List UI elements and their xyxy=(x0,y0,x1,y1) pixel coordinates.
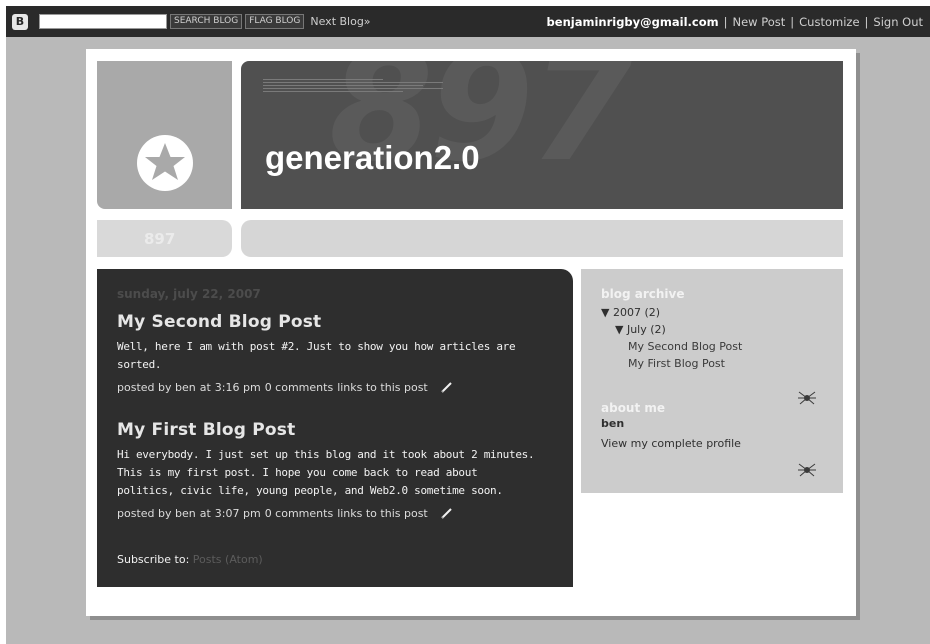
subscribe-row: Subscribe to: Posts (Atom) xyxy=(117,553,263,566)
post-timestamp[interactable]: 3:16 pm xyxy=(215,381,261,394)
spider-icon[interactable] xyxy=(797,389,817,405)
post-title[interactable]: My Second Blog Post xyxy=(117,312,553,332)
user-email: benjaminrigby@gmail.com xyxy=(546,14,719,29)
post-body-line: Well, here I am with post #2. Just to sh… xyxy=(117,340,516,371)
about-me-title: about me xyxy=(601,401,666,415)
profile-name: ben xyxy=(601,417,625,430)
header-number-tab: 897 xyxy=(97,220,232,257)
pencil-icon[interactable] xyxy=(440,380,454,394)
archive-post-link[interactable]: My Second Blog Post xyxy=(628,340,823,353)
spider-icon[interactable] xyxy=(797,461,817,477)
star-icon xyxy=(136,135,193,191)
header-description-bar xyxy=(241,220,843,257)
header-star-panel xyxy=(97,61,232,209)
view-profile-link[interactable]: View my complete profile xyxy=(601,437,823,450)
separator: | xyxy=(790,14,795,29)
subscribe-atom-link[interactable]: Posts (Atom) xyxy=(193,553,263,566)
comments-link[interactable]: 0 comments xyxy=(265,507,334,520)
archive-year-toggle[interactable]: ▼ 2007 (2) xyxy=(601,306,823,319)
navbar-user-links: benjaminrigby@gmail.com | New Post | Cus… xyxy=(547,15,923,29)
post: My Second Blog Post Well, here I am with… xyxy=(117,312,553,394)
backlinks-link[interactable]: links to this post xyxy=(337,381,428,394)
post-body-line: This is my first post. I hope you come b… xyxy=(117,466,478,479)
post-author: posted by ben xyxy=(117,380,196,394)
separator: | xyxy=(723,14,728,29)
post-footer: posted by ben at 3:16 pm 0 comments link… xyxy=(117,380,553,394)
customize-link[interactable]: Customize xyxy=(799,15,859,29)
post-body: Well, here I am with post #2. Just to sh… xyxy=(117,338,553,374)
pencil-icon[interactable] xyxy=(440,506,454,520)
next-blog-link[interactable]: Next Blog» xyxy=(310,15,370,28)
post-body-line: Hi everybody. I just set up this blog an… xyxy=(117,448,535,461)
blog-title[interactable]: generation2.0 xyxy=(265,139,480,177)
post-author: posted by ben xyxy=(117,506,196,520)
post-footer: posted by ben at 3:07 pm 0 comments link… xyxy=(117,506,553,520)
blogger-navbar: B SEARCH BLOG FLAG BLOG Next Blog» benja… xyxy=(6,6,930,37)
post-at: at xyxy=(199,506,211,520)
post-body-line: politics, civic life, young people, and … xyxy=(117,484,503,497)
main-column: sunday, july 22, 2007 My Second Blog Pos… xyxy=(97,269,573,587)
post-at: at xyxy=(199,380,211,394)
archive-post-link[interactable]: My First Blog Post xyxy=(628,357,823,370)
post-title[interactable]: My First Blog Post xyxy=(117,420,553,440)
archive-title: blog archive xyxy=(601,287,685,301)
date-header: sunday, july 22, 2007 xyxy=(117,287,261,301)
header-decoration-lines xyxy=(263,79,443,94)
flag-blog-button[interactable]: FLAG BLOG xyxy=(245,14,305,29)
post-timestamp[interactable]: 3:07 pm xyxy=(215,507,261,520)
comments-link[interactable]: 0 comments xyxy=(265,381,334,394)
sign-out-link[interactable]: Sign Out xyxy=(873,15,923,29)
post: My First Blog Post Hi everybody. I just … xyxy=(117,420,553,520)
page: B SEARCH BLOG FLAG BLOG Next Blog» benja… xyxy=(0,0,930,644)
sidebar: blog archive ▼ 2007 (2) ▼ July (2) My Se… xyxy=(581,269,843,493)
search-input[interactable] xyxy=(39,14,167,29)
subscribe-label: Subscribe to: xyxy=(117,553,190,566)
backlinks-link[interactable]: links to this post xyxy=(337,507,428,520)
new-post-link[interactable]: New Post xyxy=(732,15,785,29)
archive-month-toggle[interactable]: ▼ July (2) xyxy=(615,323,823,336)
separator: | xyxy=(864,14,869,29)
post-body: Hi everybody. I just set up this blog an… xyxy=(117,446,553,500)
search-blog-button[interactable]: SEARCH BLOG xyxy=(170,14,243,29)
blogger-logo-icon[interactable]: B xyxy=(12,13,28,30)
header: 897 generation2.0 xyxy=(241,61,843,209)
